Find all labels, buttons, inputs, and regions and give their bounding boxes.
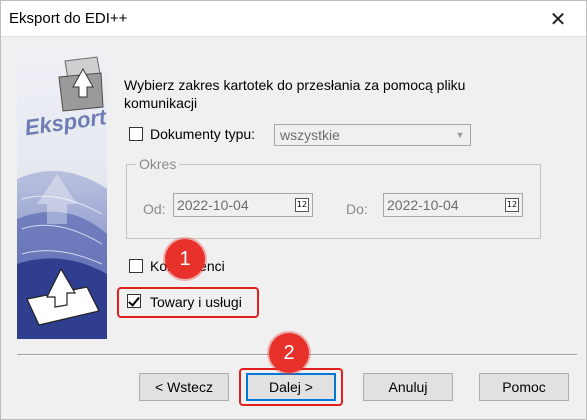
from-date-value: 2022-10-04 [177, 197, 249, 213]
close-button[interactable]: ✕ [538, 5, 578, 33]
wizard-banner: Eksport [17, 49, 107, 339]
contractors-checkbox[interactable] [129, 259, 143, 273]
help-button[interactable]: Pomoc [479, 373, 569, 401]
goods-checkbox[interactable] [127, 294, 141, 308]
calendar-icon[interactable]: 12 [505, 198, 519, 212]
cancel-button[interactable]: Anuluj [363, 373, 453, 401]
documents-label: Dokumenty typu: [150, 126, 256, 142]
from-date-label: Od: [143, 201, 166, 217]
documents-type-select[interactable]: wszystkie ▼ [274, 124, 471, 146]
period-legend: Okres [136, 156, 180, 172]
export-dialog: Eksport do EDI++ ✕ Eksport Wybierz zakre… [0, 0, 587, 420]
title-bar: Eksport do EDI++ ✕ [1, 1, 586, 37]
window-title: Eksport do EDI++ [9, 10, 128, 27]
goods-label: Towary i usługi [150, 294, 242, 310]
annotation-badge-2: 2 [269, 333, 309, 373]
calendar-icon[interactable]: 12 [295, 198, 309, 212]
documents-type-value: wszystkie [280, 127, 340, 143]
to-date-label: Do: [346, 201, 368, 217]
export-wizard-graphic: Eksport [17, 49, 107, 339]
intro-text: Wybierz zakres kartotek do przesłania za… [124, 77, 466, 111]
back-button[interactable]: < Wstecz [139, 373, 229, 401]
to-date-field[interactable]: 2022-10-04 12 [383, 193, 523, 217]
to-date-value: 2022-10-04 [387, 197, 459, 213]
documents-checkbox[interactable] [129, 127, 143, 141]
annotation-badge-1: 1 [165, 239, 205, 279]
from-date-field[interactable]: 2022-10-04 12 [173, 193, 313, 217]
chevron-down-icon: ▼ [455, 130, 465, 140]
next-button[interactable]: Dalej > [246, 373, 336, 401]
